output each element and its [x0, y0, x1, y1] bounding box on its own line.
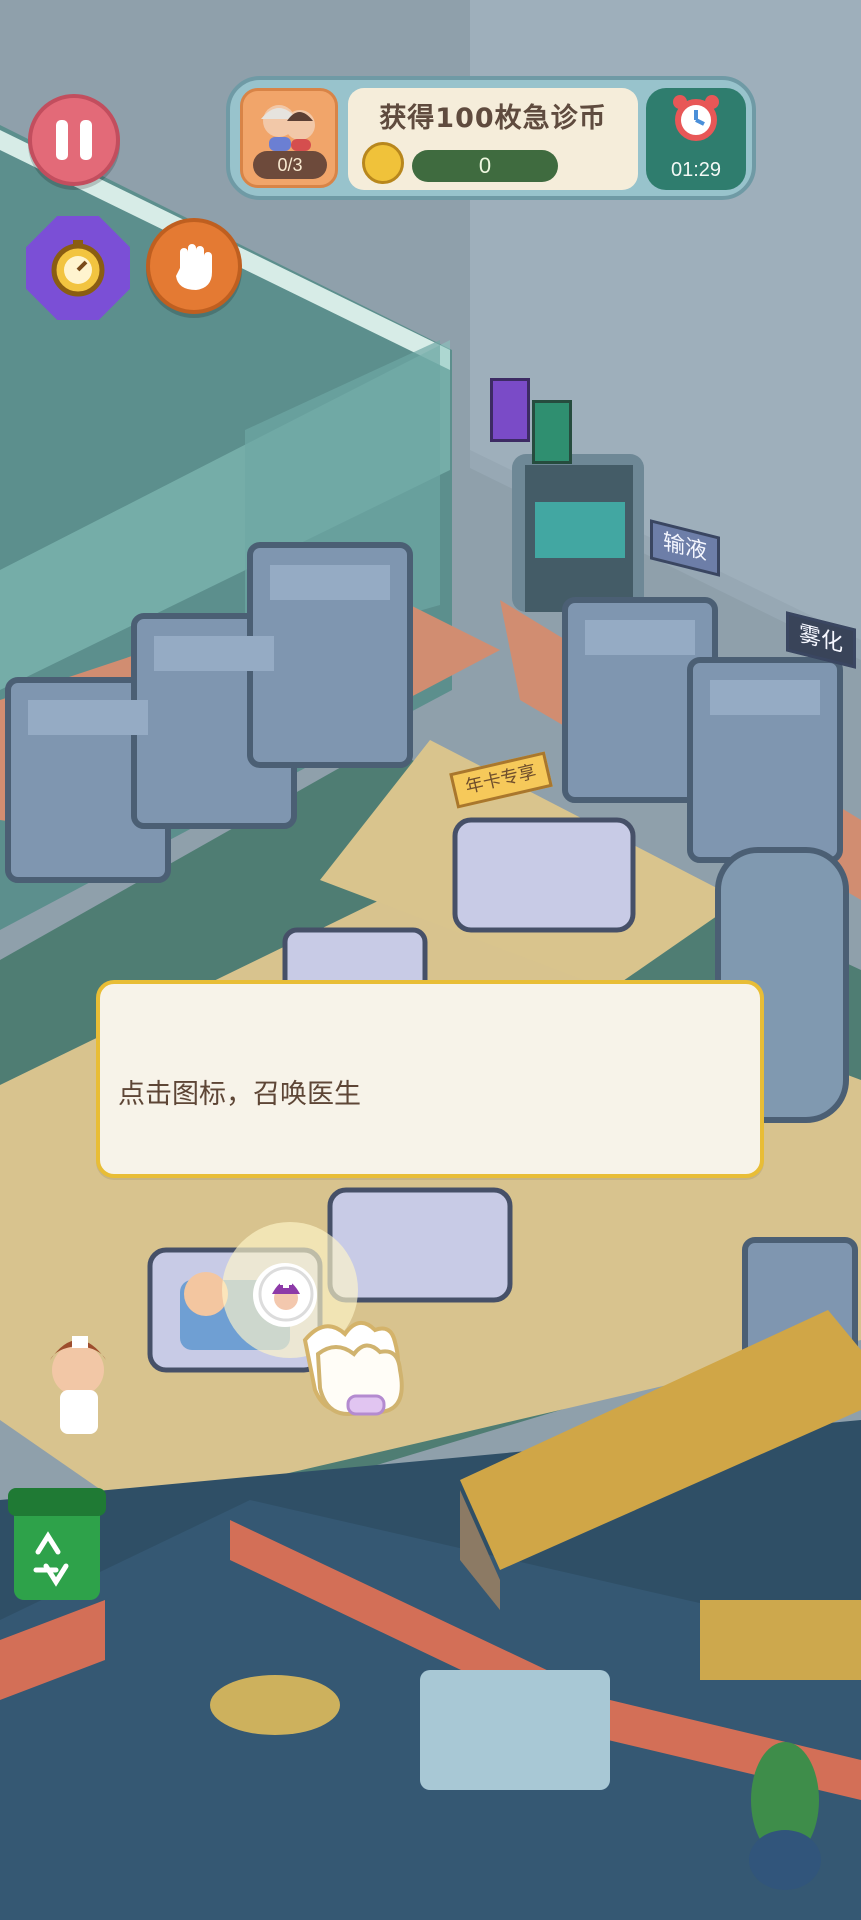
coin-icon	[362, 142, 404, 184]
recycle-bin-icon[interactable]	[10, 1486, 100, 1606]
patients-icon	[261, 105, 315, 151]
tutorial-dialog: 点击图标，召唤医生	[96, 980, 764, 1178]
pointer-hand-icon	[315, 1343, 404, 1417]
green-room-icon	[532, 400, 572, 464]
timer-box: 01:29	[646, 88, 746, 190]
stop-hand-button[interactable]	[146, 218, 242, 314]
coin-progress: 0	[412, 150, 558, 182]
speed-up-button[interactable]	[26, 216, 130, 320]
purple-room-icon	[490, 378, 530, 442]
tutorial-text: 点击图标，召唤医生	[118, 1079, 361, 1110]
hand-icon	[176, 244, 212, 290]
pause-button[interactable]	[28, 94, 120, 186]
patients-counter: 0/3	[240, 88, 338, 188]
goal-title: 获得100枚急诊币	[379, 103, 607, 134]
task-panel: 0/3 获得100枚急诊币 0 01:29	[226, 76, 756, 200]
alarm-clock-icon	[673, 95, 719, 141]
timer-text: 01:29	[670, 159, 722, 181]
pause-icon-right	[80, 120, 92, 160]
stopwatch-icon	[51, 240, 105, 297]
pause-icon	[56, 120, 68, 160]
goal-box: 获得100枚急诊币 0	[348, 88, 638, 190]
doctor-summon-icon[interactable]	[256, 1264, 316, 1324]
patients-count: 0/3	[253, 151, 327, 179]
